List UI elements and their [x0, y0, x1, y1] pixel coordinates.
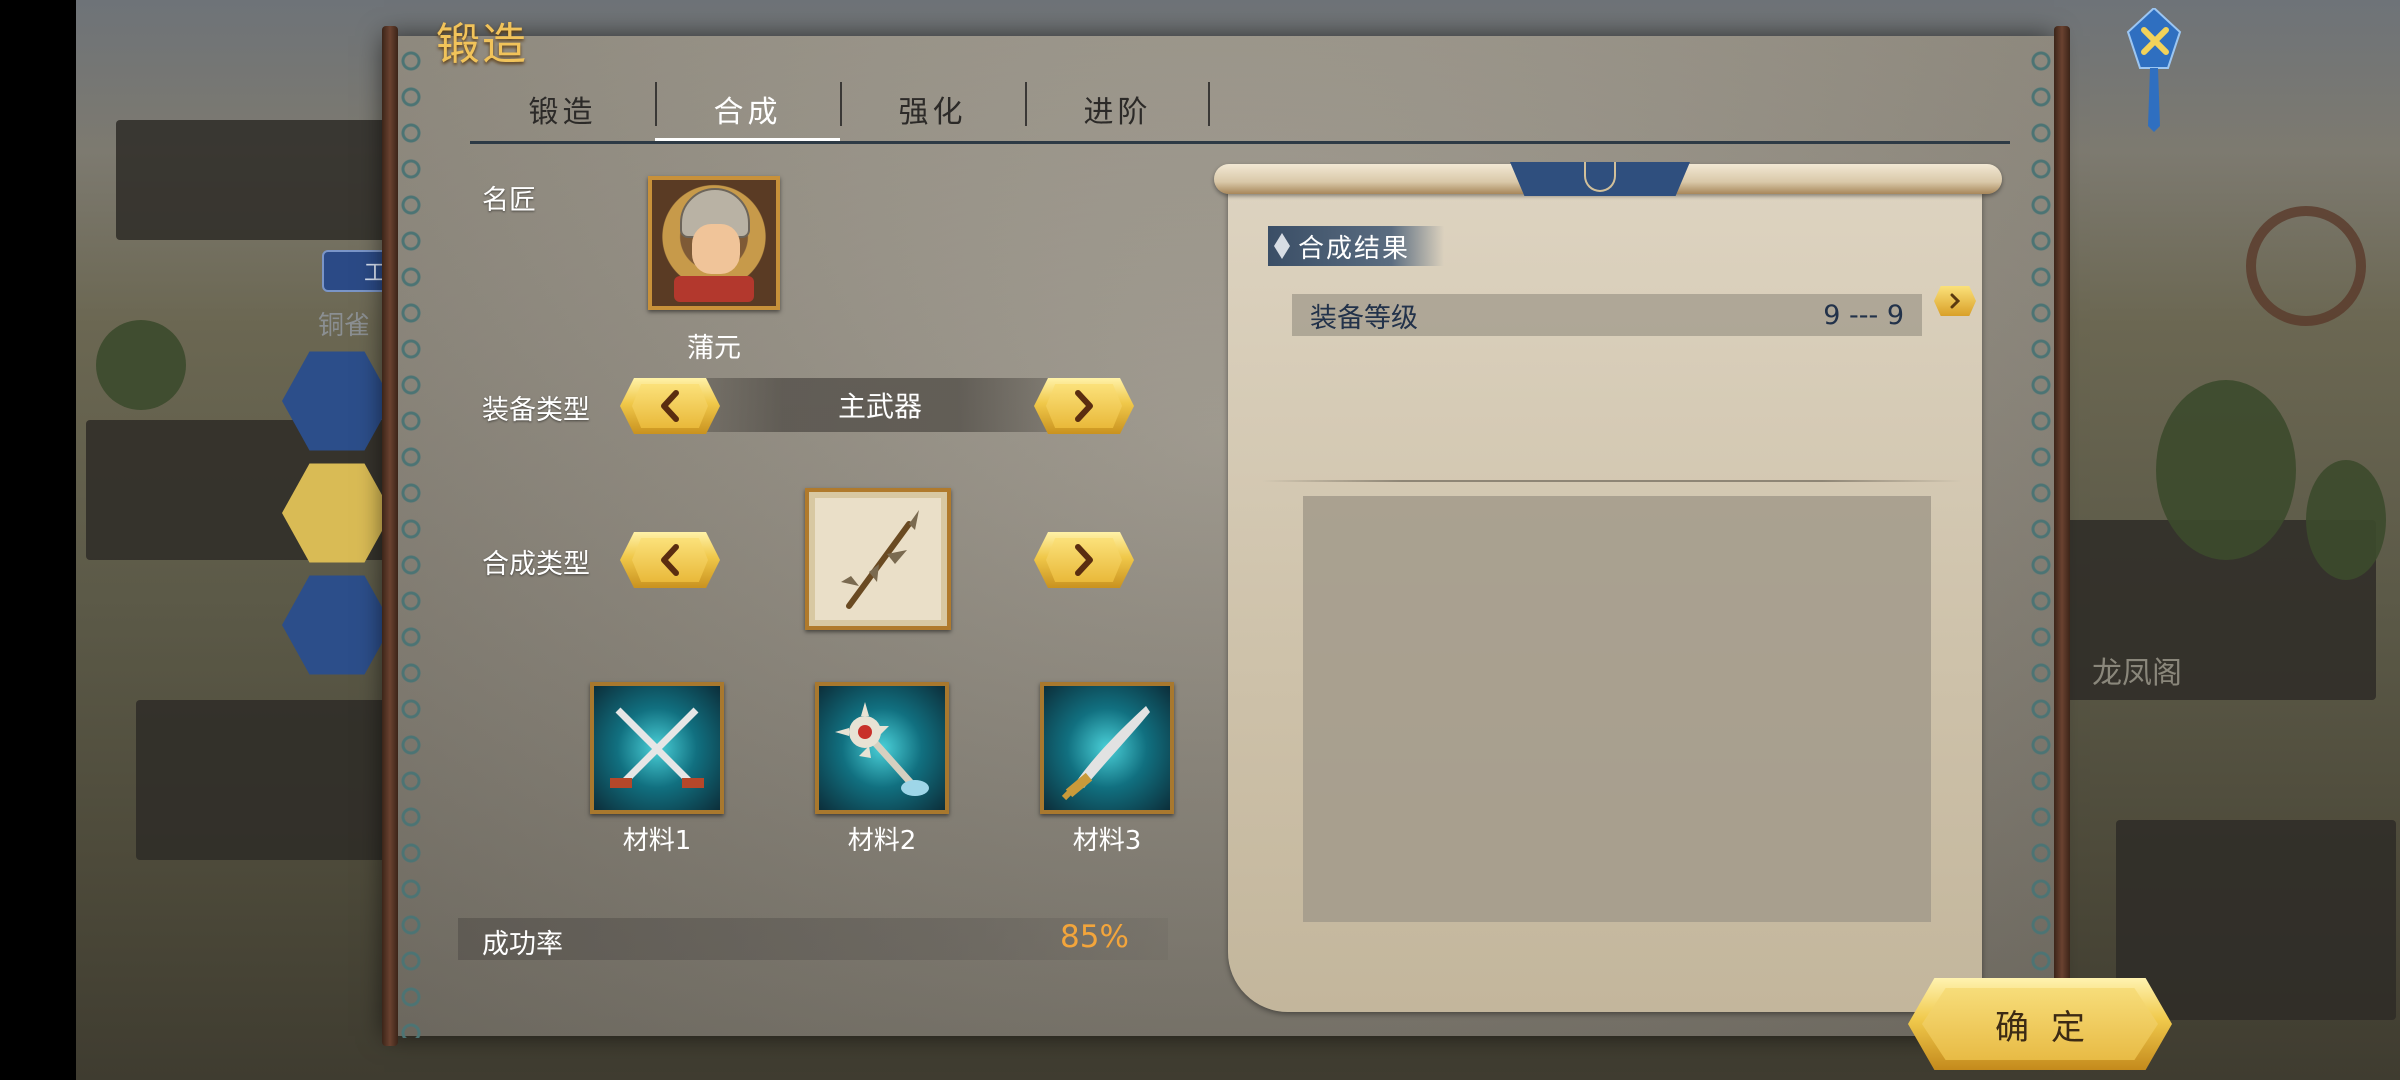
tab-label: 合成	[713, 95, 782, 130]
equip-type-label: 装备类型	[482, 395, 590, 426]
chain-right	[2028, 48, 2054, 1038]
scroll-emblem	[1510, 162, 1690, 196]
spiked-mace-icon	[835, 702, 929, 796]
result-section-header: 合成结果	[1268, 226, 1444, 266]
material-name-1: 材料1	[622, 826, 692, 856]
tab-label: 进阶	[1083, 95, 1152, 130]
face-shape	[692, 224, 740, 274]
synth-type-prev-button[interactable]	[620, 532, 720, 588]
equip-level-expand-button[interactable]	[1934, 286, 1976, 316]
material-slot-3[interactable]	[1040, 682, 1174, 814]
dragon-blade-icon	[1061, 706, 1150, 801]
chain-left	[398, 48, 424, 1038]
chevron-right-icon	[1075, 390, 1093, 422]
result-preview-area	[1303, 496, 1931, 922]
tab-bar: 锻造 合成 强化 进阶	[470, 76, 1210, 142]
background-side-text: 铜雀	[318, 311, 371, 341]
equip-level-label: 装备等级	[1310, 302, 1418, 334]
crossed-swords-icon	[610, 707, 704, 788]
tab-forge[interactable]: 锻造	[470, 76, 655, 142]
letterbox-left	[0, 0, 76, 1080]
success-rate-value: 85%	[1060, 919, 1129, 955]
close-icon[interactable]	[2124, 8, 2184, 132]
equip-level-row: 装备等级 9 --- 9	[1292, 294, 1922, 336]
confirm-button[interactable]: 确定	[1908, 978, 2172, 1070]
tab-synthesize[interactable]: 合成	[655, 76, 840, 142]
tab-enhance[interactable]: 强化	[840, 76, 1025, 142]
halberd-icon	[841, 510, 919, 609]
material-slot-2[interactable]	[815, 682, 949, 814]
equip-level-value: 9 --- 9	[1823, 299, 1904, 331]
synth-type-next-button[interactable]	[1034, 532, 1134, 588]
craftsman-portrait[interactable]	[648, 176, 780, 310]
equip-type-prev-button[interactable]	[620, 378, 720, 434]
tab-label: 锻造	[528, 95, 597, 130]
confirm-label: 确定	[1995, 1007, 2107, 1048]
tab-divider-line	[470, 141, 2010, 144]
scroll-rod-left	[382, 26, 398, 1046]
success-rate-label: 成功率	[482, 929, 563, 960]
synth-type-label: 合成类型	[482, 549, 590, 580]
scarf-shape	[674, 276, 754, 302]
material-slot-1[interactable]	[590, 682, 724, 814]
result-title: 合成结果	[1298, 233, 1411, 264]
chevron-left-icon	[661, 390, 679, 422]
chevron-left-icon	[661, 544, 679, 576]
synth-type-slot[interactable]	[805, 488, 951, 630]
equip-type-next-button[interactable]	[1034, 378, 1134, 434]
craftsman-name: 蒲元	[687, 333, 741, 364]
tab-advance[interactable]: 进阶	[1025, 76, 1210, 142]
chevron-right-icon	[1950, 293, 1961, 309]
emblem-circle-icon	[1584, 162, 1616, 192]
diamond-icon	[1274, 233, 1290, 259]
craftsman-label: 名匠	[482, 185, 536, 216]
scroll-rod-right	[2054, 26, 2070, 1046]
tab-label: 强化	[898, 95, 967, 130]
chevron-right-icon	[1075, 544, 1093, 576]
material-name-3: 材料3	[1072, 826, 1142, 856]
window-title: 锻造	[436, 19, 528, 70]
material-name-2: 材料2	[847, 826, 917, 856]
building-label: 龙凤阁	[2092, 656, 2182, 691]
result-divider	[1262, 480, 1962, 482]
